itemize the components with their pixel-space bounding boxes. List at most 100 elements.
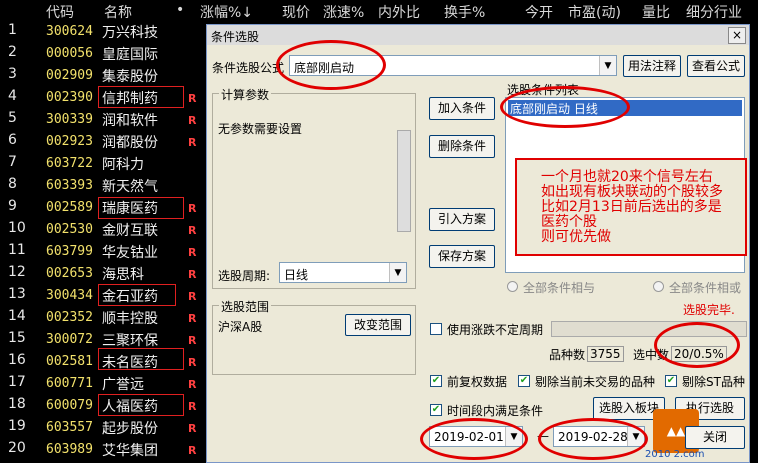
col-turnover[interactable]: 换手%: [444, 2, 485, 22]
delete-condition-button[interactable]: 删除条件: [429, 135, 495, 158]
row-number: 4: [8, 88, 17, 104]
stock-code: 300624: [46, 24, 93, 39]
row-number: 16: [8, 352, 26, 368]
params-group: 计算参数 无参数需要设置 选股周期: 日线 ▼: [212, 86, 416, 289]
adjusted-label: 前复权数据: [447, 375, 508, 389]
params-group-title: 计算参数: [219, 86, 272, 103]
col-volume-ratio[interactable]: 量比: [642, 2, 670, 22]
col-open[interactable]: 今开: [525, 2, 553, 22]
time-range-checkbox[interactable]: ✔: [430, 404, 442, 416]
stock-code: 002390: [46, 90, 93, 105]
col-in-out[interactable]: 内外比: [378, 2, 420, 22]
rzrq-flag: R: [188, 334, 197, 347]
stock-code: 603393: [46, 178, 93, 193]
time-range-label: 时间段内满足条件: [447, 404, 544, 418]
rzrq-flag: R: [188, 202, 197, 215]
stock-code: 002530: [46, 222, 93, 237]
stock-name: 集泰股份: [102, 69, 158, 85]
view-formula-button[interactable]: 查看公式: [687, 55, 745, 77]
highlight-box: [98, 284, 176, 306]
table-row[interactable]: 1 300624 万兴科技: [0, 22, 200, 43]
stock-name: 新天然气: [102, 179, 158, 195]
col-industry[interactable]: 细分行业: [686, 2, 742, 22]
dialog-title: 条件选股: [211, 30, 260, 44]
chevron-down-icon[interactable]: ▼: [389, 263, 406, 282]
add-condition-button[interactable]: 加入条件: [429, 97, 495, 120]
highlight-box: [98, 197, 184, 219]
exclude-untraded-checkbox[interactable]: ✔: [518, 375, 530, 387]
stock-name: 万兴科技: [102, 25, 158, 41]
save-plan-button[interactable]: 保存方案: [429, 245, 495, 268]
change-scope-button[interactable]: 改变范围: [345, 314, 411, 336]
annotation-line: 比如2月13日前后选出的多是: [541, 199, 722, 215]
stock-name: 海思科: [102, 267, 144, 283]
col-name[interactable]: 名称: [104, 2, 132, 22]
table-row[interactable]: 17 600771 广誉远 R: [0, 374, 200, 395]
row-number: 5: [8, 110, 17, 126]
stock-code: 002589: [46, 200, 93, 215]
col-price[interactable]: 现价: [282, 2, 310, 22]
row-number: 8: [8, 176, 17, 192]
adjusted-checkbox[interactable]: ✔: [430, 375, 442, 387]
table-row[interactable]: 7 603722 阿科力: [0, 154, 200, 175]
row-number: 14: [8, 308, 26, 324]
stock-name: 顺丰控股: [102, 311, 158, 327]
stock-code: 300434: [46, 288, 93, 303]
table-row[interactable]: 19 603557 起步股份 R: [0, 418, 200, 439]
radio-and[interactable]: [507, 281, 518, 292]
period-select[interactable]: 日线 ▼: [279, 262, 407, 283]
dialog-titlebar[interactable]: 条件选股 ×: [207, 25, 749, 45]
watermark-url: 2010 2.com: [645, 449, 705, 460]
radio-and-label: 全部条件相与: [523, 281, 596, 295]
scope-group: 选股范围 沪深A股 改变范围: [212, 298, 416, 375]
table-row[interactable]: 3 002909 集泰股份: [0, 66, 200, 87]
highlight-box: [98, 86, 184, 108]
import-plan-button[interactable]: 引入方案: [429, 208, 495, 231]
table-row[interactable]: 10 002530 金财互联 R: [0, 220, 200, 241]
row-number: 6: [8, 132, 17, 148]
period-label: 选股周期:: [218, 269, 271, 283]
col-dot[interactable]: •: [176, 2, 184, 18]
close-icon[interactable]: ×: [728, 27, 746, 44]
formula-label: 条件选股公式: [212, 61, 285, 75]
table-row[interactable]: 12 002653 海思科 R: [0, 264, 200, 285]
row-number: 3: [8, 66, 17, 82]
stock-code: 603557: [46, 420, 93, 435]
col-speed[interactable]: 涨速%: [323, 2, 364, 22]
rzrq-flag: R: [188, 356, 197, 369]
exclude-st-checkbox[interactable]: ✔: [665, 375, 677, 387]
table-row[interactable]: 14 002352 顺丰控股 R: [0, 308, 200, 329]
use-limit-checkbox[interactable]: [430, 323, 442, 335]
stock-name: 皇庭国际: [102, 47, 158, 63]
col-change-pct[interactable]: 涨幅%↓: [200, 2, 253, 22]
stock-name: 华友钴业: [102, 245, 158, 261]
stock-code: 600771: [46, 376, 93, 391]
col-code[interactable]: 代码: [46, 2, 74, 22]
radio-or[interactable]: [653, 281, 664, 292]
table-row[interactable]: 11 603799 华友钴业 R: [0, 242, 200, 263]
row-number: 17: [8, 374, 26, 390]
stock-code: 002352: [46, 310, 93, 325]
stock-list-header: 代码 名称 • 涨幅%↓ 现价 涨速% 内外比 换手% 今开 市盈(动) 量比 …: [0, 0, 758, 22]
stock-code: 603799: [46, 244, 93, 259]
stock-code: 300072: [46, 332, 93, 347]
close-button[interactable]: 关闭: [685, 426, 745, 449]
table-row[interactable]: 2 000056 皇庭国际: [0, 44, 200, 65]
stock-code: 002581: [46, 354, 93, 369]
stock-name: 起步股份: [102, 421, 158, 437]
chevron-down-icon[interactable]: ▼: [599, 56, 616, 75]
highlight-ellipse: [420, 418, 528, 460]
table-row[interactable]: 6 002923 润都股份 R: [0, 132, 200, 153]
table-row[interactable]: 5 300339 润和软件 R: [0, 110, 200, 131]
row-number: 11: [8, 242, 26, 258]
rzrq-flag: R: [188, 114, 197, 127]
table-row[interactable]: 8 603393 新天然气: [0, 176, 200, 197]
annotation-box: 一个月也就20来个信号左右 如出现有板块联动的个股较多 比如2月13日前后选出的…: [515, 158, 747, 256]
params-scrollbar[interactable]: [397, 130, 411, 232]
row-number: 19: [8, 418, 26, 434]
col-pe[interactable]: 市盈(动): [568, 2, 621, 22]
row-number: 13: [8, 286, 26, 302]
usage-notes-button[interactable]: 用法注释: [623, 55, 681, 77]
rzrq-flag: R: [188, 268, 197, 281]
table-row[interactable]: 20 603989 艾华集团 R: [0, 440, 200, 461]
